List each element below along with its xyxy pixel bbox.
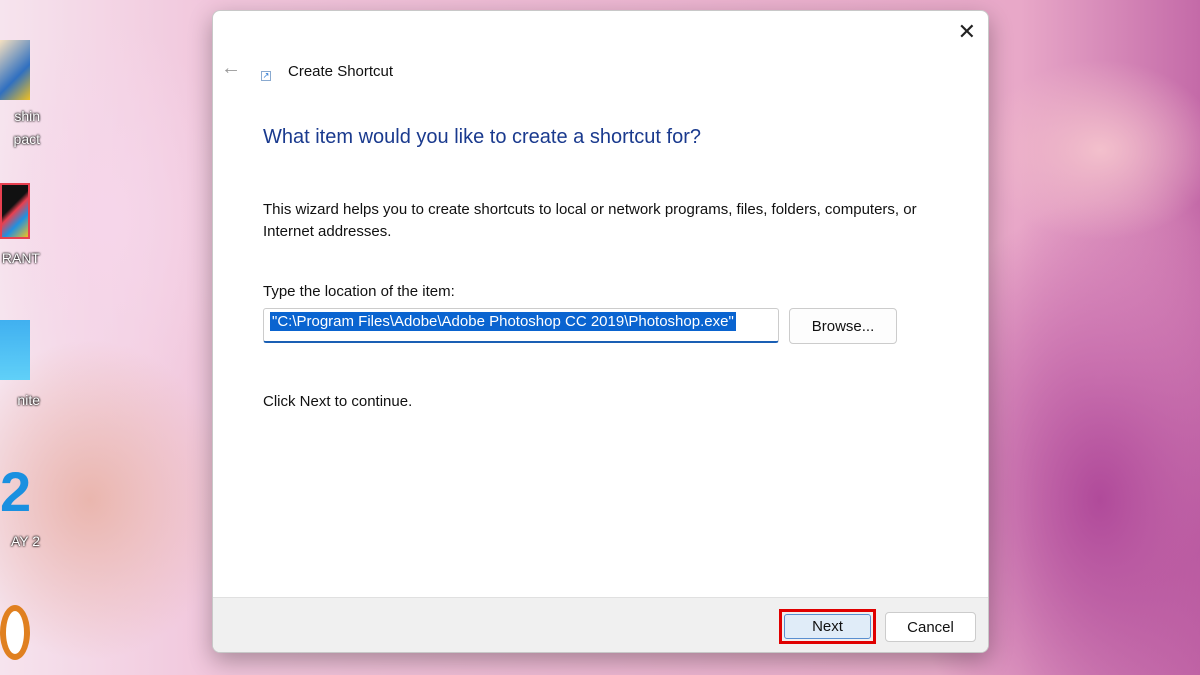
overwatch-icon[interactable] [0, 605, 30, 660]
payday-icon: 2 [0, 460, 32, 523]
close-icon[interactable]: ✕ [958, 19, 976, 45]
create-shortcut-dialog: ✕ ← ↗ Create Shortcut What item would yo… [212, 10, 989, 653]
continue-hint: Click Next to continue. [263, 393, 413, 410]
back-arrow-icon[interactable]: ← [221, 57, 241, 80]
genshin-icon [0, 40, 30, 100]
fortnite-icon [0, 320, 30, 380]
valorant-icon [0, 183, 30, 239]
desktop-icon-label: AY 2 [10, 533, 40, 549]
dialog-title: Create Shortcut [288, 63, 394, 80]
location-input[interactable]: "C:\Program Files\Adobe\Adobe Photoshop … [263, 308, 779, 343]
location-label: Type the location of the item: [263, 283, 455, 300]
cancel-button[interactable]: Cancel [885, 612, 976, 642]
wizard-heading: What item would you like to create a sho… [263, 126, 701, 148]
location-value: "C:\Program Files\Adobe\Adobe Photoshop … [270, 312, 736, 331]
desktop-icon-label: RANT [1, 250, 40, 266]
wizard-description: This wizard helps you to create shortcut… [263, 201, 917, 240]
next-highlight-box: Next [779, 609, 876, 644]
shortcut-icon: ↗ [261, 71, 271, 81]
desktop-icon-label: pact [13, 131, 40, 147]
desktop-icon-label: nite [17, 392, 40, 408]
next-button[interactable]: Next [784, 614, 871, 639]
desktop-icon-label: shin [14, 108, 40, 124]
browse-button[interactable]: Browse... [789, 308, 897, 344]
